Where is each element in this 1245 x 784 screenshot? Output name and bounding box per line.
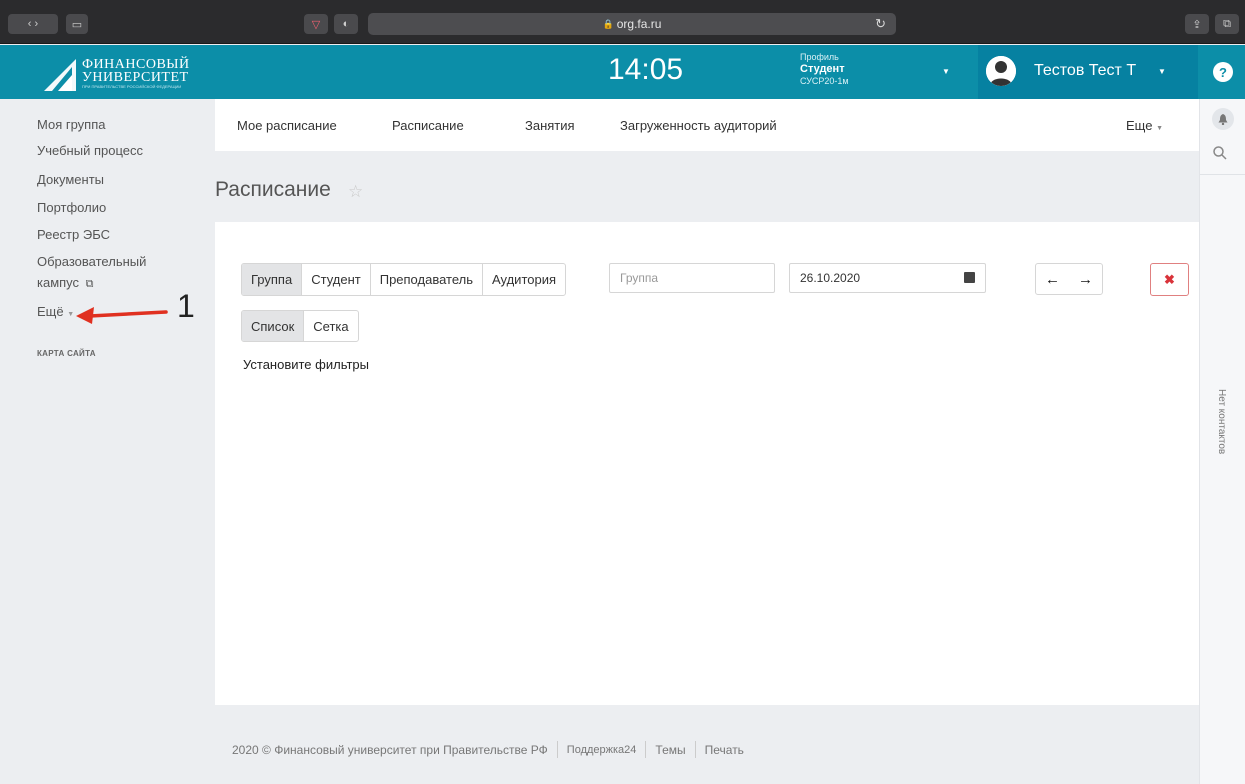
sidebar-item-campus[interactable]: кампус ⧉ <box>37 273 94 294</box>
footer-divider <box>694 741 696 758</box>
footer-divider <box>645 741 647 758</box>
tab-group[interactable]: Группа <box>242 264 303 295</box>
app-header: ФИНАНСОВЫЙ УНИВЕРСИТЕТ ПРИ ПРАВИТЕЛЬСТВЕ… <box>0 45 1245 99</box>
close-icon[interactable]: ✖ <box>1150 263 1189 296</box>
tabs-icon[interactable]: ⧉ <box>1215 14 1239 34</box>
nav-room-load[interactable]: Загруженность аудиторий <box>620 118 777 133</box>
sidebar-item-portfolio[interactable]: Портфолио <box>37 198 106 218</box>
clock: 14:05 <box>608 53 684 86</box>
nav-classes[interactable]: Занятия <box>525 118 575 133</box>
sidebar-toggle-icon[interactable]: ▭ <box>66 14 88 34</box>
nav-more[interactable]: Еще ▼ <box>1126 118 1163 133</box>
footer-support-link[interactable]: Поддержка24 <box>567 744 637 756</box>
tab-list[interactable]: Список <box>242 311 305 341</box>
search-icon[interactable] <box>1212 145 1234 167</box>
arrow-right-icon[interactable]: → <box>1069 264 1102 294</box>
annotation-arrow-icon <box>76 307 168 324</box>
privacy-shield-icon[interactable]: ◐ <box>334 14 358 34</box>
page-title: Расписание <box>215 178 331 201</box>
logo-line3: ПРИ ПРАВИТЕЛЬСТВЕ РОССИЙСКОЙ ФЕДЕРАЦИИ <box>82 84 182 89</box>
search-type-tabs: Группа Студент Преподаватель Аудитория <box>241 263 567 296</box>
avatar <box>986 56 1016 86</box>
bell-icon[interactable] <box>1212 108 1234 130</box>
nav-more-label: Еще <box>1126 118 1153 133</box>
sidebar-item-campus-label: кампус <box>37 275 80 290</box>
sidebar-item-more[interactable]: Ещё ▼ <box>37 302 74 325</box>
logo-emblem-icon <box>44 59 76 91</box>
help-icon[interactable]: ? <box>1213 62 1233 82</box>
date-nav-buttons: ← → <box>1035 263 1103 295</box>
user-icon <box>986 56 1016 86</box>
user-menu[interactable]: Тестов Тест Т ▼ <box>978 45 1198 99</box>
sidebar-item-documents[interactable]: Документы <box>37 170 104 190</box>
external-link-icon: ⧉ <box>85 278 94 290</box>
chevron-down-icon: ▼ <box>1156 125 1164 132</box>
university-logo[interactable]: ФИНАНСОВЫЙ УНИВЕРСИТЕТ ПРИ ПРАВИТЕЛЬСТВЕ… <box>42 53 189 93</box>
group-input-placeholder: Группа <box>620 271 659 285</box>
reload-icon[interactable]: ↻ <box>875 16 886 32</box>
tab-student[interactable]: Студент <box>302 264 371 295</box>
annotation-number: 1 <box>177 288 195 324</box>
footer-copyright: 2020 © Финансовый университет при Правит… <box>232 742 548 757</box>
share-icon[interactable]: ⇪ <box>1185 14 1209 34</box>
footer-themes-link[interactable]: Темы <box>655 743 685 757</box>
calendar-icon[interactable] <box>964 272 975 283</box>
profile-role: Студент <box>800 63 845 75</box>
profile-label: Профиль <box>800 52 839 62</box>
sidebar-item-more-label: Ещё <box>37 304 64 319</box>
arrow-left-icon[interactable]: ← <box>1036 264 1069 294</box>
right-rail: Нет контактов <box>1199 99 1245 784</box>
top-nav: Мое расписание Расписание Занятия Загруж… <box>215 99 1199 151</box>
footer: 2020 © Финансовый университет при Правит… <box>232 741 744 758</box>
nav-schedule[interactable]: Расписание <box>392 118 464 133</box>
star-icon[interactable]: ☆ <box>348 182 363 202</box>
schedule-panel: Группа Студент Преподаватель Аудитория Г… <box>215 222 1199 705</box>
site-map-link[interactable]: КАРТА САЙТА <box>37 349 96 358</box>
sidebar-item-my-group[interactable]: Моя группа <box>37 115 106 135</box>
pocket-icon[interactable]: ▽ <box>304 14 328 34</box>
footer-print-link[interactable]: Печать <box>705 743 744 757</box>
url-text: org.fa.ru <box>616 17 662 31</box>
user-name: Тестов Тест Т <box>1034 62 1137 79</box>
rail-divider <box>1200 174 1245 175</box>
sidebar-item-ebs-registry[interactable]: Реестр ЭБС <box>37 225 110 245</box>
chevron-down-icon[interactable]: ▼ <box>1158 67 1166 76</box>
sidebar-item-study-process[interactable]: Учебный процесс <box>37 141 143 161</box>
date-value: 26.10.2020 <box>800 271 861 285</box>
nav-my-schedule[interactable]: Мое расписание <box>237 118 337 133</box>
view-mode-tabs: Список Сетка <box>241 310 359 342</box>
browser-toolbar: ‹ › ▭ ▽ ◐ 🔒 org.fa.ru ↻ ⇪ ⧉ <box>0 0 1245 44</box>
address-bar[interactable]: 🔒 org.fa.ru ↻ <box>368 13 896 35</box>
set-filters-message: Установите фильтры <box>243 357 369 372</box>
no-contacts-label: Нет контактов <box>1216 389 1227 455</box>
date-field[interactable]: 26.10.2020 <box>789 263 986 293</box>
sidebar-item-campus-line1[interactable]: Образовательный <box>37 252 146 272</box>
left-sidebar: Моя группа Учебный процесс Документы Пор… <box>0 99 200 784</box>
footer-divider <box>556 741 558 758</box>
chevron-down-icon[interactable]: ▼ <box>942 67 950 76</box>
tab-grid[interactable]: Сетка <box>304 311 357 341</box>
tab-room[interactable]: Аудитория <box>483 264 565 295</box>
profile-group: СУСР20-1м <box>800 76 849 86</box>
lock-icon: 🔒 <box>602 18 614 29</box>
back-forward-buttons[interactable]: ‹ › <box>8 14 58 34</box>
group-input[interactable]: Группа <box>609 263 775 293</box>
tab-teacher[interactable]: Преподаватель <box>371 264 483 295</box>
profile-selector[interactable]: Профиль Студент СУСР20-1м <box>800 51 849 87</box>
